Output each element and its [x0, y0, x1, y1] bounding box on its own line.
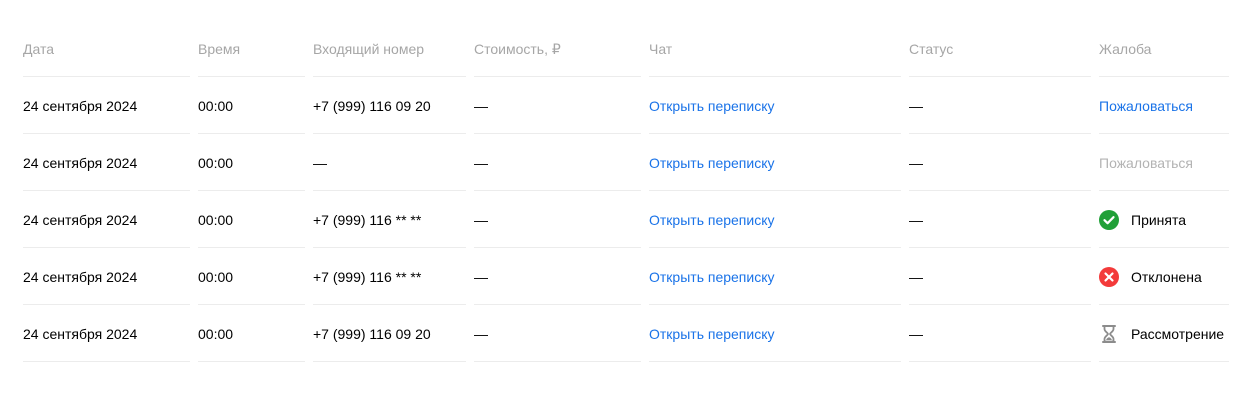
- number-value: +7 (999) 116 ** **: [313, 211, 422, 228]
- header-status: Статус: [909, 21, 1091, 77]
- time-value: 00:00: [198, 325, 234, 342]
- chat-cell: Открыть переписку: [649, 305, 901, 362]
- cost-value: —: [474, 97, 488, 114]
- header-date: Дата: [23, 21, 190, 77]
- cost-cell: —: [474, 305, 641, 362]
- header-time: Время: [198, 21, 305, 77]
- header-status-label: Статус: [909, 41, 954, 57]
- chat-cell: Открыть переписку: [649, 134, 901, 191]
- header-complaint: Жалоба: [1099, 21, 1229, 77]
- number-value: +7 (999) 116 09 20: [313, 97, 431, 114]
- date-value: 24 сентября 2024: [23, 97, 138, 114]
- complain-link-disabled: Пожаловаться: [1099, 154, 1194, 171]
- complaint-status: Принята: [1099, 209, 1187, 230]
- complain-link[interactable]: Пожаловаться: [1099, 98, 1193, 114]
- complaint-cell: Рассмотрение: [1099, 305, 1229, 362]
- time-cell: 00:00: [198, 305, 305, 362]
- complaint-cell: Отклонена: [1099, 248, 1229, 305]
- time-value: 00:00: [198, 268, 234, 285]
- number-cell: +7 (999) 116 09 20: [313, 77, 466, 134]
- chat-cell: Открыть переписку: [649, 77, 901, 134]
- number-cell: +7 (999) 116 ** **: [313, 248, 466, 305]
- calls-table: Дата Время Входящий номер Стоимость, ₽ Ч…: [23, 21, 1229, 362]
- number-value: —: [313, 154, 327, 171]
- cost-value: —: [474, 154, 488, 171]
- cost-value: —: [474, 268, 488, 285]
- time-cell: 00:00: [198, 191, 305, 248]
- complaint-status-label: Принята: [1131, 211, 1187, 228]
- chat-cell: Открыть переписку: [649, 248, 901, 305]
- date-cell: 24 сентября 2024: [23, 191, 190, 248]
- open-chat-link[interactable]: Открыть переписку: [649, 326, 775, 342]
- cross-circle-icon: [1099, 266, 1119, 287]
- time-value: 00:00: [198, 154, 234, 171]
- time-value: 00:00: [198, 211, 234, 228]
- header-cost: Стоимость, ₽: [474, 21, 641, 77]
- table-row: 24 сентября 2024 00:00 +7 (999) 116 ** *…: [23, 248, 1229, 305]
- cost-cell: —: [474, 191, 641, 248]
- time-cell: 00:00: [198, 134, 305, 191]
- open-chat-link[interactable]: Открыть переписку: [649, 269, 775, 285]
- complaint-cell: Пожаловаться: [1099, 134, 1229, 191]
- cost-cell: —: [474, 134, 641, 191]
- status-cell: —: [909, 305, 1091, 362]
- date-cell: 24 сентября 2024: [23, 305, 190, 362]
- complaint-cell: Пожаловаться: [1099, 77, 1229, 134]
- complaint-status-label: Рассмотрение: [1131, 325, 1225, 342]
- header-time-label: Время: [198, 41, 241, 57]
- status-cell: —: [909, 191, 1091, 248]
- status-cell: —: [909, 77, 1091, 134]
- header-chat: Чат: [649, 21, 901, 77]
- cost-value: —: [474, 211, 488, 228]
- header-incoming-number: Входящий номер: [313, 21, 466, 77]
- complaint-status: Рассмотрение: [1099, 324, 1224, 344]
- date-value: 24 сентября 2024: [23, 325, 138, 342]
- hourglass-icon: [1099, 324, 1119, 344]
- complaint-cell: Принята: [1099, 191, 1229, 248]
- status-cell: —: [909, 248, 1091, 305]
- date-value: 24 сентября 2024: [23, 268, 138, 285]
- header-date-label: Дата: [23, 41, 55, 57]
- check-circle-icon: [1099, 209, 1119, 230]
- chat-cell: Открыть переписку: [649, 191, 901, 248]
- status-value: —: [909, 325, 923, 342]
- date-value: 24 сентября 2024: [23, 211, 138, 228]
- cost-cell: —: [474, 248, 641, 305]
- status-value: —: [909, 268, 923, 285]
- date-cell: 24 сентября 2024: [23, 77, 190, 134]
- open-chat-link[interactable]: Открыть переписку: [649, 155, 775, 171]
- cost-value: —: [474, 325, 488, 342]
- number-cell: +7 (999) 116 ** **: [313, 191, 466, 248]
- date-value: 24 сентября 2024: [23, 154, 138, 171]
- open-chat-link[interactable]: Открыть переписку: [649, 212, 775, 228]
- time-cell: 00:00: [198, 248, 305, 305]
- complaint-status: Отклонена: [1099, 266, 1202, 287]
- table-row: 24 сентября 2024 00:00 — — Открыть переп…: [23, 134, 1229, 191]
- status-cell: —: [909, 134, 1091, 191]
- number-value: +7 (999) 116 ** **: [313, 268, 422, 285]
- status-value: —: [909, 211, 923, 228]
- number-value: +7 (999) 116 09 20: [313, 325, 431, 342]
- time-cell: 00:00: [198, 77, 305, 134]
- cost-cell: —: [474, 77, 641, 134]
- number-cell: +7 (999) 116 09 20: [313, 305, 466, 362]
- date-cell: 24 сентября 2024: [23, 134, 190, 191]
- number-cell: —: [313, 134, 466, 191]
- table-row: 24 сентября 2024 00:00 +7 (999) 116 ** *…: [23, 191, 1229, 248]
- header-incoming-number-label: Входящий номер: [313, 41, 425, 57]
- open-chat-link[interactable]: Открыть переписку: [649, 98, 775, 114]
- header-complaint-label: Жалоба: [1099, 41, 1152, 57]
- table-row: 24 сентября 2024 00:00 +7 (999) 116 09 2…: [23, 77, 1229, 134]
- status-value: —: [909, 154, 923, 171]
- complaint-status-label: Отклонена: [1131, 268, 1202, 285]
- header-chat-label: Чат: [649, 41, 673, 57]
- time-value: 00:00: [198, 97, 234, 114]
- table-row: 24 сентября 2024 00:00 +7 (999) 116 09 2…: [23, 305, 1229, 362]
- date-cell: 24 сентября 2024: [23, 248, 190, 305]
- status-value: —: [909, 97, 923, 114]
- table-header: Дата Время Входящий номер Стоимость, ₽ Ч…: [23, 21, 1229, 77]
- header-cost-label: Стоимость, ₽: [474, 40, 561, 57]
